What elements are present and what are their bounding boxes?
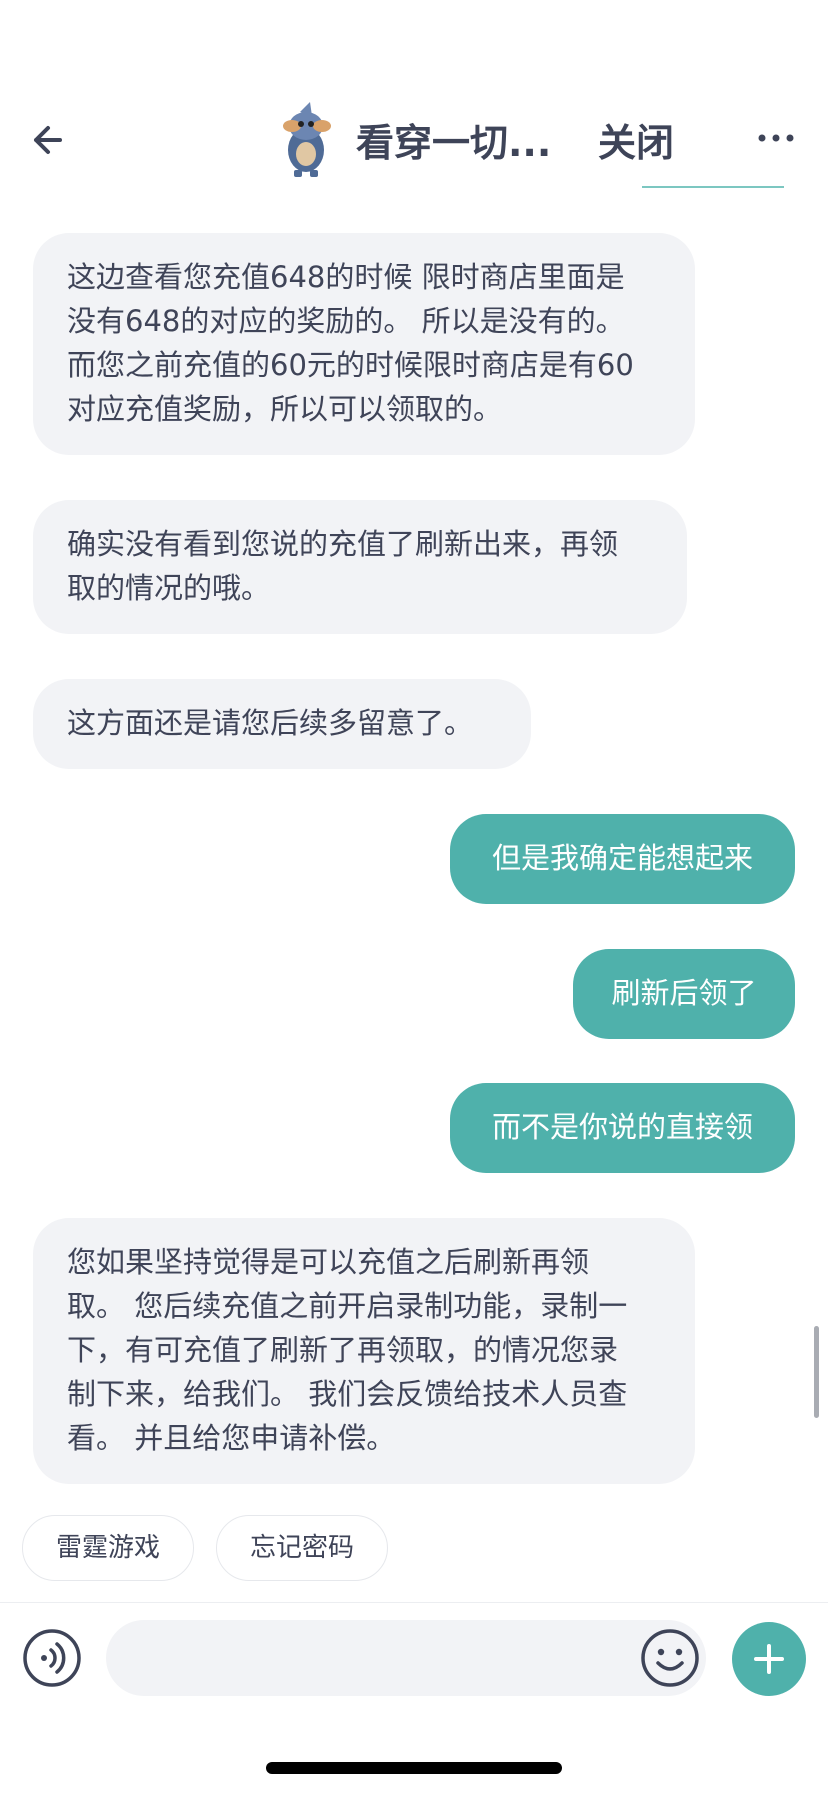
message-line: 这边查看您充值648的时候 限时商店里面是 <box>67 260 625 294</box>
avatar <box>270 100 336 178</box>
agent-message: 您如果坚持觉得是可以充值之后刷新再领 取。 您后续充值之前开启录制功能，录制一 … <box>33 1218 695 1484</box>
emoji-button[interactable] <box>640 1628 700 1688</box>
message-line: 确实没有看到您说的充值了刷新出来，再领 <box>67 527 619 561</box>
message-line: 您如果坚持觉得是可以充值之后刷新再领 <box>67 1245 590 1279</box>
quick-reply-chip[interactable]: 忘记密码 <box>216 1515 388 1581</box>
user-message: 但是我确定能想起来 <box>450 814 795 904</box>
quick-reply-chip[interactable]: 雷霆游戏 <box>22 1515 194 1581</box>
message-line: 这方面还是请您后续多留意了。 <box>67 706 474 740</box>
message-line: 没有648的对应的奖励的。 所以是没有的。 <box>67 304 625 338</box>
home-indicator <box>266 1762 562 1774</box>
close-button[interactable]: 关闭 <box>598 112 674 167</box>
message-line: 制下来，给我们。 我们会反馈给技术人员查 <box>67 1377 628 1411</box>
scrollbar[interactable] <box>814 1326 819 1418</box>
chat-title: 看穿一切... <box>356 121 552 165</box>
message-line: 看。 并且给您申请补偿。 <box>67 1421 396 1455</box>
message-line: 取的情况的哦。 <box>67 571 271 605</box>
close-tab-underline <box>642 186 784 188</box>
agent-message: 确实没有看到您说的充值了刷新出来，再领 取的情况的哦。 <box>33 500 687 634</box>
message-line: 而您之前充值的60元的时候限时商店是有60 <box>67 348 634 382</box>
chat-header: 看穿一切... 关闭 <box>0 0 828 200</box>
message-line: 取。 您后续充值之前开启录制功能，录制一 <box>67 1289 628 1323</box>
plus-icon <box>754 1644 784 1674</box>
voice-button[interactable] <box>22 1628 82 1688</box>
ellipsis-icon <box>758 134 794 142</box>
message-line: 对应充值奖励，所以可以领取的。 <box>67 392 503 426</box>
emoji-icon <box>641 1629 699 1687</box>
agent-message: 这边查看您充值648的时候 限时商店里面是 没有648的对应的奖励的。 所以是没… <box>33 233 695 455</box>
voice-icon <box>23 1629 81 1687</box>
more-button[interactable] <box>756 118 796 158</box>
arrow-left-icon <box>34 126 62 154</box>
agent-message: 这方面还是请您后续多留意了。 <box>33 679 531 769</box>
user-message: 而不是你说的直接领 <box>450 1083 795 1173</box>
user-message: 刷新后领了 <box>573 949 795 1039</box>
back-button[interactable] <box>30 118 74 162</box>
add-button[interactable] <box>732 1622 806 1696</box>
message-line: 下，有可充值了刷新了再领取，的情况您录 <box>67 1333 619 1367</box>
message-input[interactable] <box>106 1620 706 1696</box>
